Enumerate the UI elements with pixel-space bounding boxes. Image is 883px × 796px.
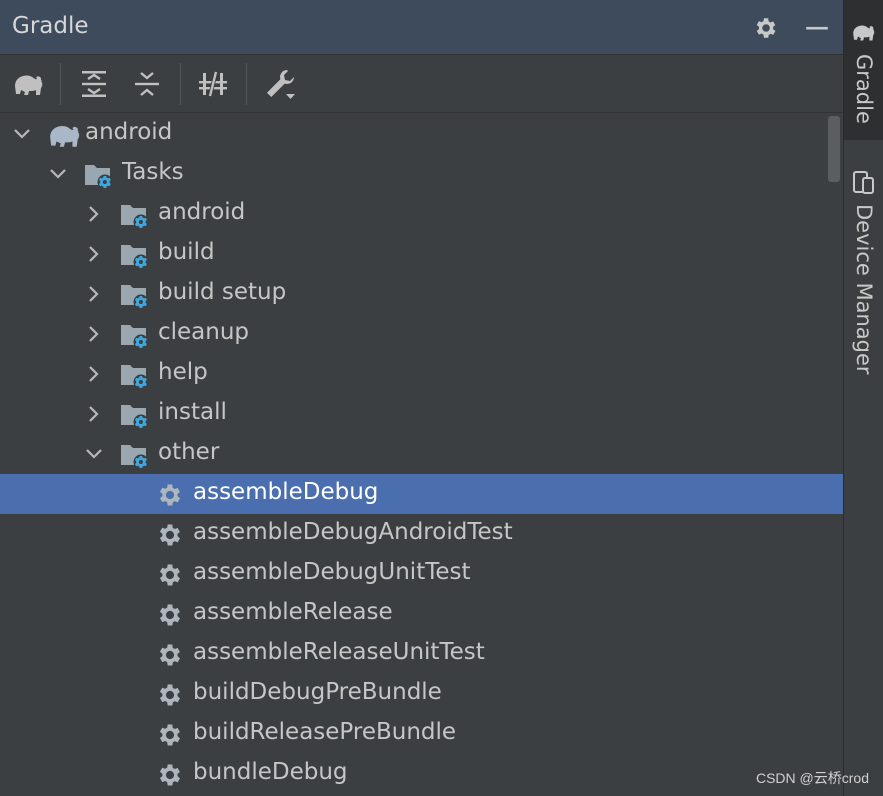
toolbar-separator bbox=[180, 63, 181, 105]
tree-row-label: Tasks bbox=[122, 159, 184, 185]
gradle-tool-window: Gradle android Tasks android build build set… bbox=[0, 0, 843, 796]
tree-row-label: android bbox=[158, 199, 246, 225]
elephant-icon[interactable] bbox=[10, 65, 48, 103]
task-folder-icon bbox=[84, 161, 113, 190]
task-folder-icon bbox=[120, 281, 149, 310]
tree-row-label: assembleReleaseUnitTest bbox=[193, 639, 485, 665]
gradle-toolbar bbox=[0, 55, 843, 113]
chevron-right-icon[interactable] bbox=[84, 284, 104, 304]
tree-row-label: build bbox=[158, 239, 215, 265]
toolbar-separator bbox=[246, 63, 247, 105]
tree-row[interactable]: other bbox=[0, 434, 843, 474]
wrench-icon[interactable] bbox=[261, 65, 299, 103]
tree-row[interactable]: android bbox=[0, 114, 843, 154]
tree-row-label: assembleDebugAndroidTest bbox=[193, 519, 513, 545]
task-gear-icon bbox=[156, 481, 184, 509]
tree-row[interactable]: assembleDebugAndroidTest bbox=[0, 514, 843, 554]
chevron-down-icon[interactable] bbox=[12, 124, 32, 144]
task-folder-icon bbox=[120, 321, 149, 350]
tree-row[interactable]: buildReleasePreBundle bbox=[0, 714, 843, 754]
tree-row[interactable]: buildDebugPreBundle bbox=[0, 674, 843, 714]
task-gear-icon bbox=[156, 521, 184, 549]
tool-window-title: Gradle bbox=[12, 13, 89, 39]
gradle-project-icon bbox=[48, 121, 80, 149]
tree-row[interactable]: Tasks bbox=[0, 154, 843, 194]
tree-row[interactable]: assembleDebugUnitTest bbox=[0, 554, 843, 594]
tree-row[interactable]: build bbox=[0, 234, 843, 274]
task-folder-icon bbox=[120, 401, 149, 430]
tree-row-label: assembleDebug bbox=[193, 479, 379, 505]
task-tree: android Tasks android build build setup clean… bbox=[0, 114, 843, 796]
tree-row-label: cleanup bbox=[158, 319, 250, 345]
tree-row-label: buildDebugPreBundle bbox=[193, 679, 442, 705]
tree-row[interactable]: assembleDebug bbox=[0, 474, 843, 514]
tree-row[interactable]: bundleDebug bbox=[0, 754, 843, 794]
tree-row-label: bundleDebug bbox=[193, 759, 348, 785]
chevron-right-icon[interactable] bbox=[84, 244, 104, 264]
tool-window-header: Gradle bbox=[0, 0, 843, 55]
right-tool-strip: Gradle Device Manager bbox=[843, 0, 883, 796]
task-folder-icon bbox=[120, 361, 149, 390]
tree-row[interactable]: android bbox=[0, 194, 843, 234]
tree-row-label: build setup bbox=[158, 279, 287, 305]
tree-row-label: help bbox=[158, 359, 208, 385]
vertical-scrollbar[interactable] bbox=[828, 116, 840, 182]
task-folder-icon bbox=[120, 441, 149, 470]
toggle-offline-icon[interactable] bbox=[194, 65, 232, 103]
tree-row-label: assembleDebugUnitTest bbox=[193, 559, 471, 585]
tree-row[interactable]: build setup bbox=[0, 274, 843, 314]
task-gear-icon bbox=[156, 721, 184, 749]
tree-row-label: assembleRelease bbox=[193, 599, 393, 625]
tree-row-label: buildReleasePreBundle bbox=[193, 719, 457, 745]
minimize-icon[interactable] bbox=[802, 13, 832, 43]
chevron-right-icon[interactable] bbox=[84, 404, 104, 424]
task-gear-icon bbox=[156, 601, 184, 629]
tree-row[interactable]: assembleReleaseUnitTest bbox=[0, 634, 843, 674]
tree-row-label: android bbox=[85, 119, 173, 145]
tree-row[interactable]: install bbox=[0, 394, 843, 434]
tree-row[interactable]: assembleRelease bbox=[0, 594, 843, 634]
chevron-right-icon[interactable] bbox=[84, 364, 104, 384]
task-folder-icon bbox=[120, 201, 149, 230]
tab-gradle-label: Gradle bbox=[852, 54, 876, 124]
chevron-down-icon[interactable] bbox=[48, 164, 68, 184]
expand-all-icon[interactable] bbox=[75, 65, 113, 103]
tree-row[interactable]: help bbox=[0, 354, 843, 394]
tree-row-label: other bbox=[158, 439, 220, 465]
tree-row-label: install bbox=[158, 399, 227, 425]
task-gear-icon bbox=[156, 761, 184, 789]
task-folder-icon bbox=[120, 241, 149, 270]
tab-device-manager-label: Device Manager bbox=[852, 204, 876, 375]
gradle-tab-icon bbox=[851, 22, 877, 46]
task-gear-icon bbox=[156, 641, 184, 669]
toolbar-separator bbox=[60, 63, 61, 105]
task-gear-icon bbox=[156, 681, 184, 709]
chevron-right-icon[interactable] bbox=[84, 204, 104, 224]
watermark: CSDN @云桥crod bbox=[755, 770, 869, 786]
tab-gradle[interactable]: Gradle bbox=[844, 0, 883, 140]
tab-device-manager[interactable]: Device Manager bbox=[844, 160, 883, 390]
device-manager-icon bbox=[852, 168, 876, 200]
chevron-right-icon[interactable] bbox=[84, 324, 104, 344]
tree-row[interactable]: cleanup bbox=[0, 314, 843, 354]
task-gear-icon bbox=[156, 561, 184, 589]
collapse-all-icon[interactable] bbox=[128, 65, 166, 103]
settings-gear-icon[interactable] bbox=[750, 13, 780, 43]
chevron-down-icon[interactable] bbox=[84, 444, 104, 464]
